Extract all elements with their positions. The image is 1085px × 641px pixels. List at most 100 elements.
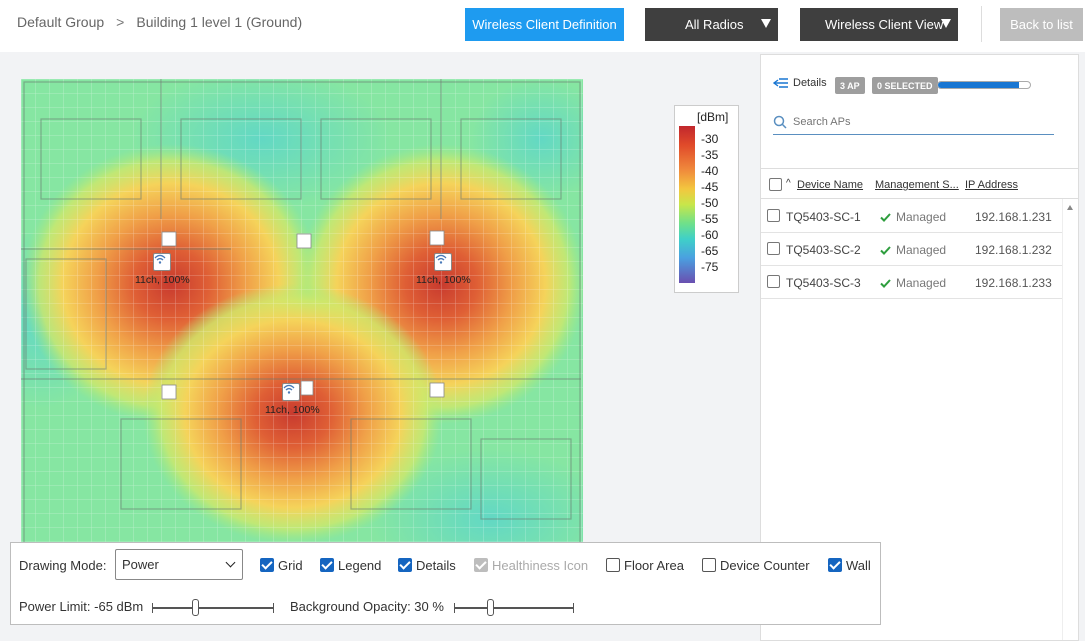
floor-plan-heatmap[interactable]: 11ch, 100% 11ch, 100% 11ch, 100% xyxy=(21,79,583,549)
legend-tick: -50 xyxy=(701,196,719,210)
row-checkbox[interactable] xyxy=(767,209,780,222)
scroll-up-arrow-icon[interactable] xyxy=(1067,205,1073,210)
ap-count-badge: 3 AP xyxy=(835,77,865,94)
search-box[interactable] xyxy=(773,109,1054,135)
floor-area-checkbox[interactable] xyxy=(606,558,620,572)
wireless-client-view-dropdown[interactable]: Wireless Client View xyxy=(800,8,958,41)
wifi-icon xyxy=(154,254,166,264)
details-label: Details xyxy=(793,77,827,89)
breadcrumb: Default Group > Building 1 level 1 (Grou… xyxy=(17,14,302,30)
ip-address: 192.168.1.232 xyxy=(975,243,1052,257)
healthiness-icon-checkbox xyxy=(474,558,488,572)
ap-label: 11ch, 100% xyxy=(416,274,471,286)
back-to-list-button[interactable]: Back to list xyxy=(1000,8,1083,41)
background-opacity-slider[interactable] xyxy=(454,599,574,616)
legend-tick: -30 xyxy=(701,132,719,146)
select-all-checkbox[interactable] xyxy=(769,178,782,191)
check-icon xyxy=(880,212,891,222)
top-header: Default Group > Building 1 level 1 (Grou… xyxy=(0,0,1085,52)
legend-tick: -60 xyxy=(701,228,719,242)
drawing-mode-value: Power xyxy=(122,557,159,572)
scrollbar[interactable] xyxy=(1062,199,1078,640)
grid-checkbox[interactable] xyxy=(260,558,274,572)
search-input[interactable] xyxy=(793,115,1033,128)
collapse-list-icon xyxy=(773,78,788,88)
client-view-label: Wireless Client View xyxy=(825,17,944,32)
grid-label: Grid xyxy=(278,558,303,573)
power-limit-slider[interactable] xyxy=(152,599,274,616)
details-toggle[interactable]: Details xyxy=(773,77,827,89)
col-ip-address[interactable]: IP Address xyxy=(965,179,1018,191)
status-text: Managed xyxy=(896,243,947,257)
legend-label: Legend xyxy=(338,558,382,573)
device-name: TQ5403-SC-2 xyxy=(786,243,861,257)
ip-address: 192.168.1.233 xyxy=(975,276,1052,290)
row-checkbox[interactable] xyxy=(767,275,780,288)
ap-label: 11ch, 100% xyxy=(135,274,190,286)
legend-tick: -65 xyxy=(701,244,719,258)
map-controls: Drawing Mode: Power Grid Legend Details … xyxy=(10,542,881,625)
background-opacity-label: Background Opacity: 30 % xyxy=(290,599,444,614)
caret-down-icon xyxy=(761,19,771,28)
table-row[interactable]: TQ5403-SC-2 Managed 192.168.1.232 xyxy=(761,233,1062,266)
access-point-marker[interactable] xyxy=(282,383,300,401)
status-text: Managed xyxy=(896,210,947,224)
wifi-icon xyxy=(435,254,447,264)
device-name: TQ5403-SC-1 xyxy=(786,210,861,224)
slider-tick xyxy=(152,603,153,613)
legend-tick: -55 xyxy=(701,212,719,226)
slider-thumb[interactable] xyxy=(487,599,494,616)
search-icon xyxy=(773,115,787,129)
ap-label: 11ch, 100% xyxy=(265,404,320,416)
slider-tick xyxy=(273,603,274,613)
legend-tick: -45 xyxy=(701,180,719,194)
healthiness-icon-label: Healthiness Icon xyxy=(492,558,589,573)
ip-address: 192.168.1.231 xyxy=(975,210,1052,224)
management-status: Managed xyxy=(880,243,946,257)
legend-tick: -35 xyxy=(701,148,719,162)
breadcrumb-group[interactable]: Default Group xyxy=(17,14,104,30)
management-status: Managed xyxy=(880,276,946,290)
signal-legend: [dBm] -30 -35 -40 -45 -50 -55 -60 -65 -7… xyxy=(674,105,739,293)
device-counter-label: Device Counter xyxy=(720,558,810,573)
breadcrumb-separator: > xyxy=(116,14,125,30)
legend-color-bar xyxy=(679,126,695,283)
power-limit-label: Power Limit: -65 dBm xyxy=(19,599,144,614)
slider-tick xyxy=(454,603,455,613)
heatmap-canvas xyxy=(21,79,583,549)
details-checkbox[interactable] xyxy=(398,558,412,572)
chevron-down-icon xyxy=(225,557,236,568)
breadcrumb-floor: Building 1 level 1 (Ground) xyxy=(136,14,303,30)
caret-down-icon xyxy=(941,19,951,28)
wireless-client-definition-button[interactable]: Wireless Client Definition xyxy=(465,8,624,41)
col-device-name[interactable]: Device Name xyxy=(797,179,863,191)
sort-up-icon: ^ xyxy=(786,178,791,189)
status-text: Managed xyxy=(896,276,947,290)
table-header: ^ Device Name Management S... IP Address xyxy=(761,168,1078,199)
table-row[interactable]: TQ5403-SC-3 Managed 192.168.1.233 xyxy=(761,266,1062,299)
slider-tick xyxy=(573,603,574,613)
legend-checkbox[interactable] xyxy=(320,558,334,572)
floor-area-label: Floor Area xyxy=(624,558,684,573)
slider-thumb[interactable] xyxy=(191,599,199,616)
table-row[interactable]: TQ5403-SC-1 Managed 192.168.1.231 xyxy=(761,200,1062,233)
drawing-mode-label: Drawing Mode: xyxy=(19,558,107,573)
row-checkbox[interactable] xyxy=(767,242,780,255)
all-radios-dropdown[interactable]: All Radios xyxy=(645,8,778,41)
header-divider xyxy=(981,6,982,42)
legend-tick: -40 xyxy=(701,164,719,178)
access-point-marker[interactable] xyxy=(153,253,171,271)
device-name: TQ5403-SC-3 xyxy=(786,276,861,290)
access-point-marker[interactable] xyxy=(434,253,452,271)
col-management-status[interactable]: Management S... xyxy=(875,179,959,191)
selected-count-badge: 0 SELECTED xyxy=(872,77,938,94)
wall-checkbox[interactable] xyxy=(828,558,842,572)
wifi-icon xyxy=(283,384,295,394)
wall-label: Wall xyxy=(846,558,871,573)
legend-title: [dBm] xyxy=(697,110,729,124)
management-status: Managed xyxy=(880,210,946,224)
drawing-mode-select[interactable]: Power xyxy=(115,549,243,580)
device-counter-checkbox[interactable] xyxy=(702,558,716,572)
loading-progress-bar xyxy=(937,81,1031,89)
check-icon xyxy=(880,278,891,288)
